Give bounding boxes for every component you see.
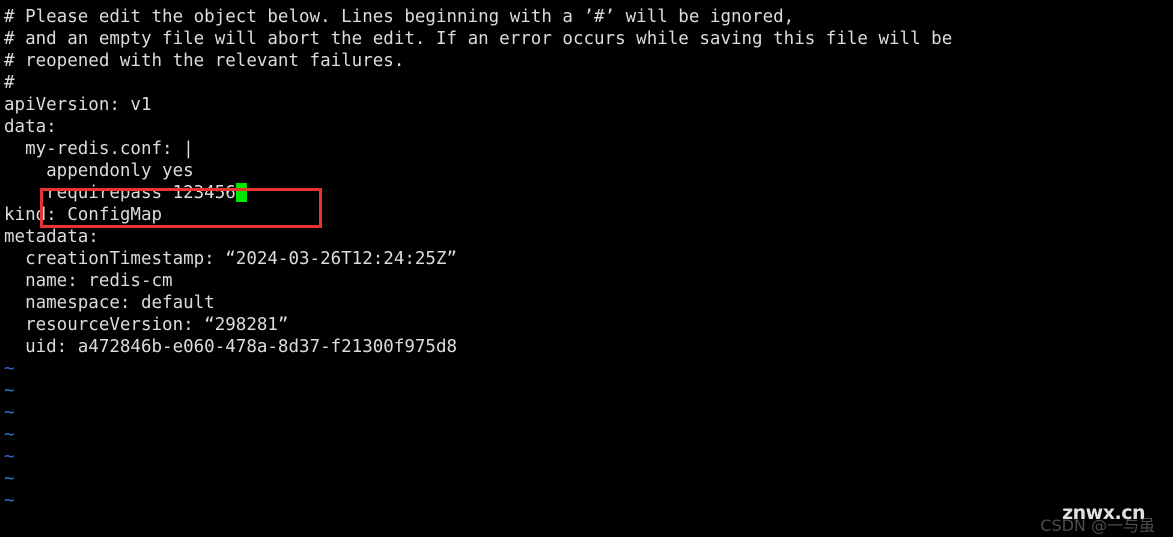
editor-line: data: xyxy=(4,117,57,137)
editor-line: # Please edit the object below. Lines be… xyxy=(4,7,795,27)
editor-line: # xyxy=(4,73,15,93)
empty-line-marker: ~ xyxy=(4,491,15,511)
editor-line: resourceVersion: “298281” xyxy=(4,315,289,335)
editor-line: namespace: default xyxy=(4,293,215,313)
empty-line-marker: ~ xyxy=(4,403,15,423)
editor-line: uid: a472846b-e060-478a-8d37-f21300f975d… xyxy=(4,337,458,357)
empty-line-marker: ~ xyxy=(4,425,15,445)
empty-line-marker: ~ xyxy=(4,447,15,467)
editor-line: kind: ConfigMap xyxy=(4,205,163,225)
editor-line: # and an empty file will abort the edit.… xyxy=(4,29,953,49)
empty-line-marker: ~ xyxy=(4,469,15,489)
editor-line-text: requirepass 123456 xyxy=(4,183,236,203)
text-cursor xyxy=(235,183,247,202)
editor-text-buffer[interactable]: # Please edit the object below. Lines be… xyxy=(0,0,1173,512)
editor-line: my-redis.conf: | xyxy=(4,139,194,159)
editor-line: appendonly yes xyxy=(4,161,194,181)
vim-editor-terminal[interactable]: # Please edit the object below. Lines be… xyxy=(0,0,1173,537)
empty-line-marker: ~ xyxy=(4,359,15,379)
editor-line-with-cursor: requirepass 123456 xyxy=(0,182,1173,204)
editor-line: creationTimestamp: “2024-03-26T12:24:25Z… xyxy=(4,249,458,269)
editor-line: # reopened with the relevant failures. xyxy=(4,51,405,71)
editor-line: name: redis-cm xyxy=(4,271,173,291)
editor-line: metadata: xyxy=(4,227,99,247)
empty-line-marker: ~ xyxy=(4,381,15,401)
editor-line: apiVersion: v1 xyxy=(4,95,152,115)
watermark-secondary: CSDN @一与虽 xyxy=(1040,516,1155,535)
